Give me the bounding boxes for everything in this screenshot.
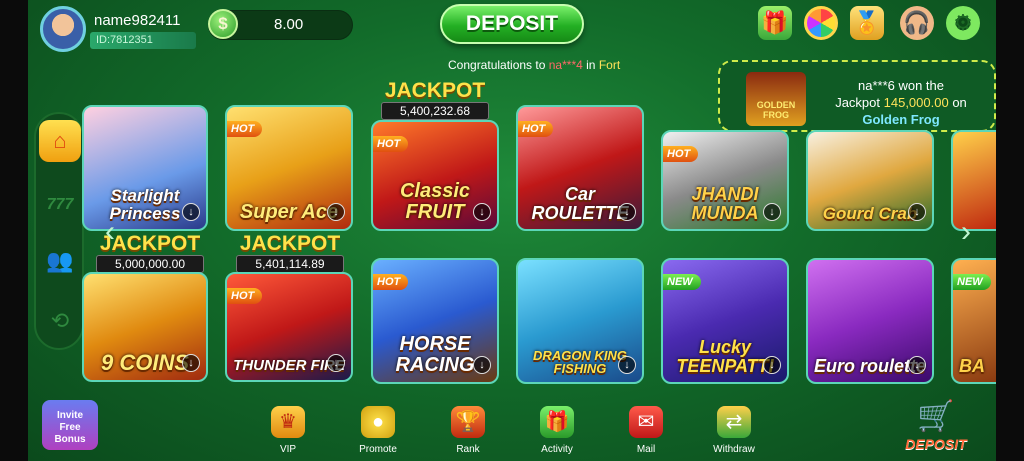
dollar-coin-icon: $ [208,9,238,39]
download-icon[interactable]: ↓ [618,203,636,221]
nav-mail[interactable]: ✉ Mail [618,406,674,461]
game-tile-lucky-teenpatti[interactable]: NEW Lucky TEENPATTI ↓ [661,258,789,384]
scroll-right-arrow-icon[interactable]: › [956,214,976,250]
reward-icon[interactable]: 🏅 [850,6,884,40]
gift-box-icon: 🎁 [540,406,574,438]
game-tile-car-roulette[interactable]: HOT Car ROULETTE ↓ [516,105,644,231]
hot-badge: HOT [227,121,263,137]
toast-game-name: Golden Frog [862,112,940,127]
download-icon[interactable]: ↓ [763,203,781,221]
coins-icon: ● [361,406,395,438]
game-lobby-screen: name982411 ID:7812351 $ 8.00 DEPOSIT 🎁 🏅… [28,0,996,461]
bottom-deposit-button[interactable]: 🛒 DEPOSIT [894,398,978,461]
game-tile-jhandi-munda[interactable]: HOT JHANDI MUNDA ↓ [661,130,789,231]
download-icon[interactable]: ↓ [473,203,491,221]
download-icon[interactable]: ↓ [763,356,781,374]
sidebar-people-icon[interactable]: 👥 [39,240,81,282]
download-icon[interactable]: ↓ [908,203,926,221]
nav-promote[interactable]: ● Promote [350,406,406,461]
scroll-left-arrow-icon[interactable]: ‹ [100,214,120,250]
game-tile-starlight-princess[interactable]: Starlight Princess ↓ [82,105,208,231]
left-bezel [0,0,28,461]
game-tile-thunder-fire[interactable]: HOT THUNDER FIRE ↓ [225,272,353,382]
winner-marquee: Congratulations to na***4 in Fort [448,58,621,72]
nav-vip[interactable]: ♛ VIP [260,406,316,461]
sidebar-history-icon[interactable]: ⟲ [39,300,81,342]
download-icon[interactable]: ↓ [182,203,200,221]
download-icon[interactable]: ↓ [327,354,345,372]
deposit-button[interactable]: DEPOSIT [440,4,584,44]
game-tile-9-coins[interactable]: 9 COINS ↓ [82,272,208,382]
right-bezel [996,0,1024,461]
hot-badge: HOT [373,274,409,290]
nav-withdraw[interactable]: ⇄ Withdraw [706,406,762,461]
jackpot-caption-classic-fruit: JACKPOT 5,400,232.68 [370,80,500,120]
game-tile-super-ace[interactable]: HOT Super Ace ↓ [225,105,353,231]
hot-badge: HOT [518,121,554,137]
game-tile-classic-fruit[interactable]: HOT Classic FRUIT ↓ [371,120,499,231]
hot-badge: HOT [663,146,699,162]
shopping-cart-icon: 🛒 [917,400,955,433]
jackpot-caption-thunder-fire: JACKPOT 5,401,114.89 [225,233,355,273]
download-icon[interactable]: ↓ [327,203,345,221]
withdraw-icon: ⇄ [717,406,751,438]
username: name982411 [94,12,181,29]
jackpot-win-toast: GOLDEN FROG na***6 won the Jackpot 145,0… [718,60,996,132]
invite-free-bonus-banner[interactable]: Invite Free Bonus [42,400,98,450]
download-icon[interactable]: ↓ [618,356,636,374]
sidebar-slots-icon[interactable]: 777 [39,184,81,226]
hot-badge: HOT [373,136,409,152]
sidebar-home-icon[interactable]: ⌂ [39,120,81,162]
golden-frog-thumbnail: GOLDEN FROG [746,72,806,126]
balance-value: 8.00 [274,16,304,33]
trophy-icon: 🏆 [451,406,485,438]
category-sidebar: ⌂ 777 👥 ⟲ [34,112,84,350]
support-icon[interactable]: 🎧 [900,6,934,40]
toast-amount-line: Jackpot 145,000.00 on [835,95,967,110]
download-icon[interactable]: ↓ [908,356,926,374]
new-badge: NEW [663,274,701,290]
user-id: ID:7812351 [90,32,196,49]
lucky-wheel-icon[interactable] [804,6,838,40]
avatar[interactable] [40,6,86,52]
game-tile-euro-roulette[interactable]: Euro roulette ↓ [806,258,934,384]
toast-winner-text: na***6 won the [857,78,944,93]
hot-badge: HOT [227,288,263,304]
nav-activity[interactable]: 🎁 Activity [529,406,585,461]
game-tile-horse-racing[interactable]: HOT HORSE RACING ↓ [371,258,499,384]
nav-rank[interactable]: 🏆 Rank [440,406,496,461]
settings-icon[interactable]: ⚙ [946,6,980,40]
download-icon[interactable]: ↓ [473,356,491,374]
vip-crown-icon: ♛ [271,406,305,438]
new-badge: NEW [953,274,991,290]
gift-icon[interactable]: 🎁 [758,6,792,40]
game-tile-dragon-king-fishing[interactable]: DRAGON KING FISHING ↓ [516,258,644,384]
mailbox-icon: ✉ [629,406,663,438]
game-tile-gourd-crab[interactable]: Gourd Crab ↓ [806,130,934,231]
download-icon[interactable]: ↓ [182,354,200,372]
game-tile-partial-ba[interactable]: NEW BA [951,258,996,384]
